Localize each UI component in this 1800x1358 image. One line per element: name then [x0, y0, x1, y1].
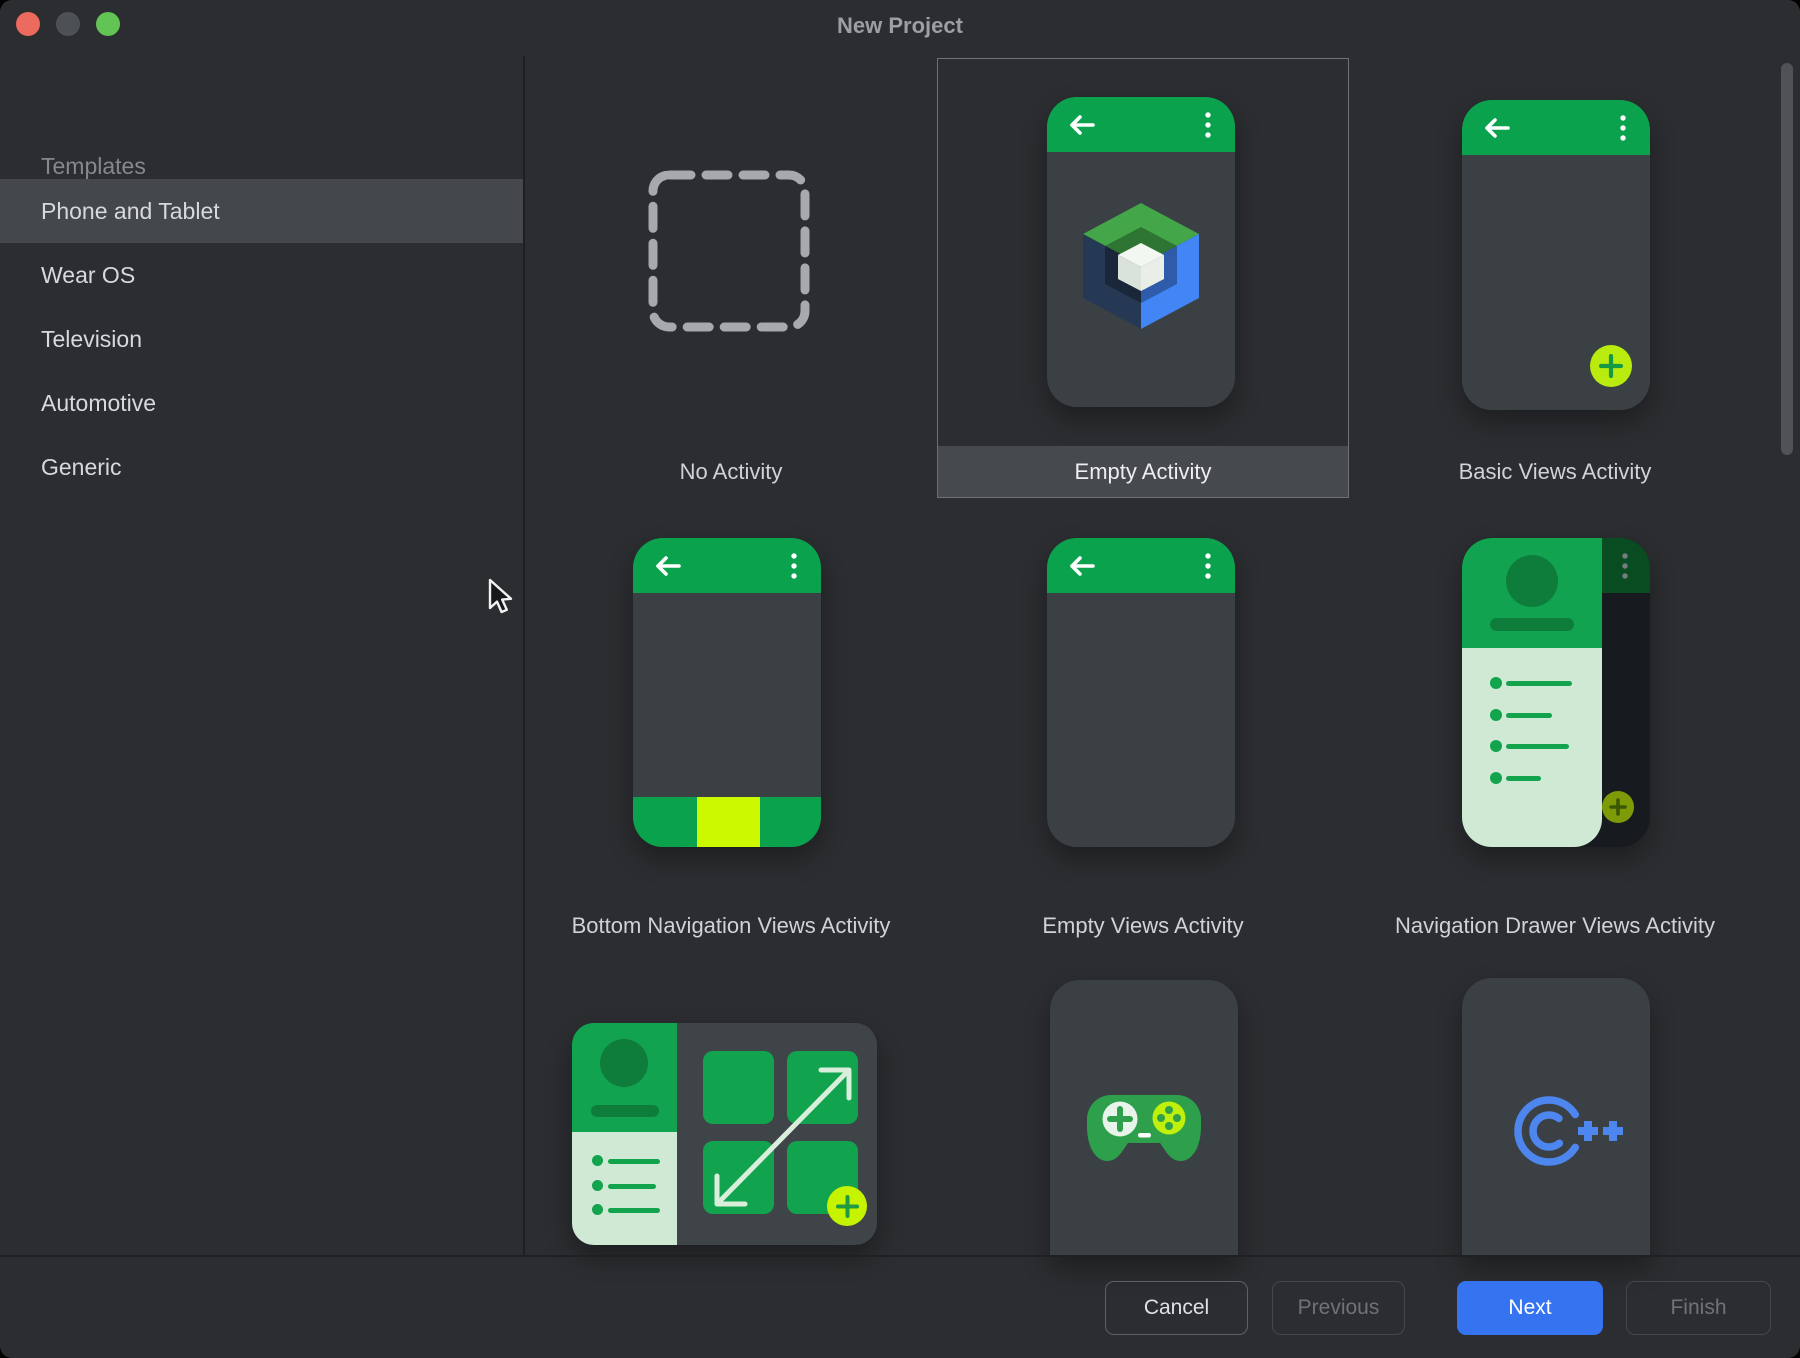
template-card-responsive-views[interactable]: [572, 1023, 877, 1245]
mouse-cursor: [487, 578, 513, 616]
previous-button: Previous: [1272, 1281, 1405, 1335]
back-arrow-icon: [1482, 117, 1512, 139]
bottom-nav-bar: [633, 797, 821, 847]
template-label: Bottom Navigation Views Activity: [525, 858, 937, 944]
kebab-menu-icon: [1620, 115, 1626, 141]
scrollbar-thumb[interactable]: [1781, 63, 1793, 455]
drawer-menu: [1462, 648, 1602, 847]
drawer-menu-item: [1490, 740, 1602, 752]
app-bar: [633, 538, 821, 593]
app-bar: [1047, 97, 1235, 152]
phone-mockup: [1462, 100, 1650, 410]
jetpack-compose-logo-icon: [1081, 203, 1201, 329]
drawer-menu-item: [1490, 772, 1602, 784]
sidebar-item-wear-os[interactable]: Wear OS: [0, 243, 523, 307]
sidebar-divider: [523, 56, 525, 1256]
drawer-menu-item: [592, 1180, 672, 1192]
back-arrow-icon: [1067, 114, 1097, 136]
dialog-title: New Project: [0, 0, 1800, 52]
app-bar: [1462, 100, 1650, 155]
phone-mockup: [1462, 978, 1650, 1256]
template-label: Empty Activity: [937, 446, 1349, 498]
sidebar-item-television[interactable]: Television: [0, 307, 523, 371]
kebab-menu-icon: [1205, 553, 1211, 579]
avatar: [1506, 555, 1558, 607]
fab-add-icon: [827, 1186, 867, 1226]
cpp-logo-icon: [1490, 1090, 1625, 1172]
next-button[interactable]: Next: [1457, 1281, 1603, 1335]
phone-mockup: [1050, 980, 1238, 1256]
drawer-menu-item: [592, 1204, 672, 1216]
template-label: No Activity: [525, 446, 937, 498]
new-project-dialog: New Project Templates Phone and Tablet W…: [0, 0, 1800, 1358]
phone-mockup: [633, 538, 821, 847]
app-bar: [1047, 538, 1235, 593]
kebab-menu-icon: [1205, 112, 1211, 138]
no-activity-dashed-frame-icon: [645, 167, 813, 335]
drawer-menu-item: [1490, 709, 1602, 721]
navigation-drawer: [1462, 538, 1602, 847]
phone-mockup: [1462, 538, 1650, 847]
cancel-button[interactable]: Cancel: [1105, 1281, 1248, 1335]
template-label: Basic Views Activity: [1349, 446, 1761, 498]
back-arrow-icon: [1067, 555, 1097, 577]
kebab-menu-icon: [791, 553, 797, 579]
drawer-header: [1462, 538, 1602, 648]
sidebar-item-phone-and-tablet[interactable]: Phone and Tablet: [0, 179, 523, 243]
mini-drawer-panel: [572, 1023, 677, 1245]
drawer-menu-item: [1490, 677, 1602, 689]
bottom-nav-selected-segment: [697, 797, 760, 847]
drawer-name-bar: [591, 1105, 659, 1117]
fab-add-icon: [1590, 345, 1632, 387]
sidebar-item-automotive[interactable]: Automotive: [0, 371, 523, 435]
template-label: Navigation Drawer Views Activity: [1349, 858, 1761, 944]
sidebar-item-generic[interactable]: Generic: [0, 435, 523, 499]
dimmed-fab-add-icon: [1602, 791, 1634, 823]
phone-mockup: [1047, 97, 1235, 407]
title-bar: New Project: [0, 0, 1800, 52]
finish-button: Finish: [1626, 1281, 1771, 1335]
footer-separator: [0, 1255, 1800, 1257]
game-controller-icon: [1079, 1083, 1209, 1163]
phone-mockup: [1047, 538, 1235, 847]
drawer-menu-item: [592, 1155, 672, 1167]
templates-sidebar: Templates Phone and Tablet Wear OS Telev…: [0, 52, 523, 1256]
back-arrow-icon: [653, 555, 683, 577]
drawer-name-bar: [1490, 618, 1574, 631]
avatar: [600, 1039, 648, 1087]
template-label: Empty Views Activity: [937, 858, 1349, 944]
kebab-menu-icon: [1622, 553, 1628, 579]
